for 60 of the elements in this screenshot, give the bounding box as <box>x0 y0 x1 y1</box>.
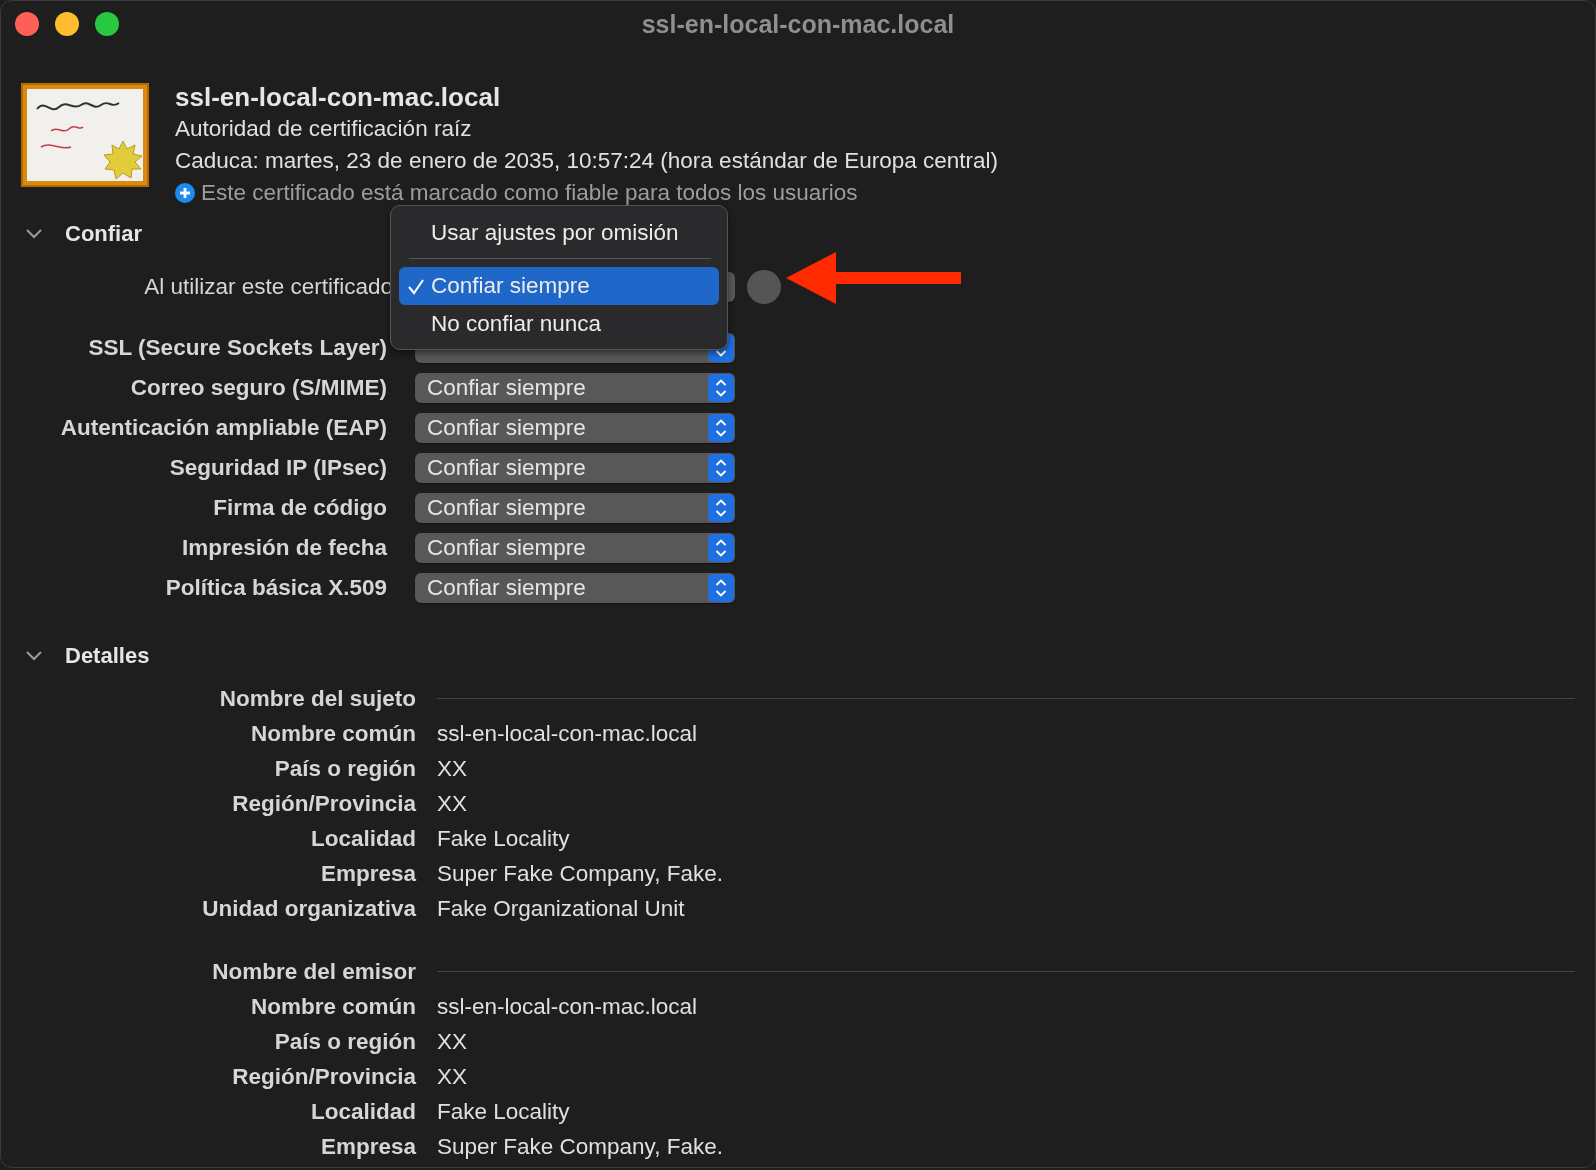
field-label: Empresa <box>319 860 416 888</box>
window-title: ssl-en-local-con-mac.local <box>641 9 955 39</box>
policy-label: Correo seguro (S/MIME) <box>129 375 387 401</box>
field-label: Unidad organizativa <box>201 895 416 923</box>
field-label: Al utilizar este certificado <box>143 274 393 300</box>
field-value: Fake Organizational Unit <box>437 895 686 923</box>
field-label: Localidad <box>309 825 416 853</box>
stepper-icon <box>708 414 734 442</box>
policy-label: Seguridad IP (IPsec) <box>168 455 387 481</box>
stepper-icon <box>708 454 734 482</box>
section-title: Confiar <box>65 221 142 247</box>
field-value: Fake Locality <box>437 825 571 853</box>
section-title: Detalles <box>65 643 150 669</box>
policy-label: SSL (Secure Sockets Layer) <box>87 335 387 361</box>
field-label: País o región <box>273 755 416 783</box>
field-value: Super Fake Company, Fake. <box>437 1133 724 1161</box>
field-label: Región/Provincia <box>231 790 416 818</box>
field-label: País o región <box>273 1028 416 1056</box>
group-heading: Nombre del emisor <box>211 958 416 986</box>
menu-item[interactable]: Usar ajustes por omisión <box>399 214 719 252</box>
plus-icon <box>175 183 195 203</box>
field-value: XX <box>437 790 468 818</box>
policy-popup[interactable]: Confiar siempre <box>415 373 735 403</box>
field-label: Localidad <box>309 1098 416 1126</box>
minimize-button[interactable] <box>55 12 79 36</box>
policy-label: Impresión de fecha <box>180 535 387 561</box>
field-label: Empresa <box>319 1133 416 1161</box>
checkmark-icon <box>407 278 425 296</box>
certificate-icon <box>21 83 149 187</box>
field-value: Super Fake Company, Fake. <box>437 860 724 888</box>
field-value: XX <box>437 1063 468 1091</box>
field-label: Región/Provincia <box>231 1063 416 1091</box>
menu-item[interactable]: Confiar siempre <box>399 267 719 305</box>
field-value: ssl-en-local-con-mac.local <box>437 993 699 1021</box>
certificate-type: Autoridad de certificación raíz <box>175 115 473 143</box>
field-value: ssl-en-local-con-mac.local <box>437 720 699 748</box>
field-value: XX <box>437 755 468 783</box>
certificate-name: ssl-en-local-con-mac.local <box>175 81 502 113</box>
policy-label: Política básica X.509 <box>164 575 387 601</box>
policy-label: Autenticación ampliable (EAP) <box>59 415 387 441</box>
menu-item[interactable]: No confiar nunca <box>399 305 719 343</box>
stepper-icon <box>708 574 734 602</box>
expiry-date: Caduca: martes, 23 de enero de 2035, 10:57:24 (hora estándar de Europa central) <box>175 147 999 175</box>
stepper-icon <box>708 494 734 522</box>
field-value: XX <box>437 1028 468 1056</box>
policy-popup[interactable]: Confiar siempre <box>415 533 735 563</box>
group-heading: Nombre del sujeto <box>218 685 416 713</box>
field-value: Fake Locality <box>437 1098 571 1126</box>
field-label: Nombre común <box>250 720 416 748</box>
policy-popup[interactable]: Confiar siempre <box>415 453 735 483</box>
policy-popup[interactable]: Confiar siempre <box>415 413 735 443</box>
close-button[interactable] <box>15 12 39 36</box>
stepper-icon <box>708 374 734 402</box>
policy-popup[interactable]: Confiar siempre <box>415 573 735 603</box>
stepper-icon <box>708 534 734 562</box>
field-label: Nombre común <box>250 993 416 1021</box>
zoom-button[interactable] <box>95 12 119 36</box>
trust-status-text: Este certificado está marcado como fiable para todos los usuarios <box>201 180 858 206</box>
policy-popup[interactable]: Confiar siempre <box>415 493 735 523</box>
policy-label: Firma de código <box>212 495 387 521</box>
